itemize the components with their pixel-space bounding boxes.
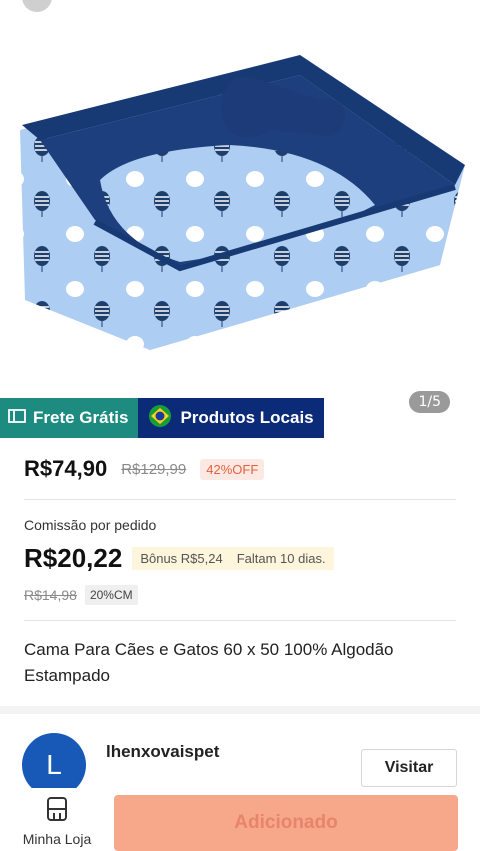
divider bbox=[24, 620, 456, 621]
original-price: R$129,99 bbox=[121, 460, 187, 478]
commission-row: R$20,22 Bônus R$5,24 Faltam 10 dias. bbox=[24, 543, 334, 574]
local-products-label: Produtos Locais bbox=[180, 408, 314, 427]
my-shop-label: Minha Loja bbox=[22, 831, 92, 847]
section-separator bbox=[0, 706, 480, 714]
commission-value: R$20,22 bbox=[24, 543, 123, 573]
store-name[interactable]: lhenxovaispet bbox=[106, 742, 219, 762]
commission-label: Comissão por pedido bbox=[24, 517, 157, 533]
commission-old-value: R$14,98 bbox=[24, 587, 77, 603]
commission-rate-badge: 20%CM bbox=[84, 585, 138, 605]
brazil-flag-icon bbox=[148, 404, 172, 433]
pet-bed-image bbox=[20, 0, 465, 350]
added-button[interactable]: Adicionado bbox=[114, 795, 458, 851]
divider bbox=[24, 499, 456, 500]
price-row: R$74,90 R$129,99 42%OFF bbox=[24, 456, 265, 482]
product-image[interactable] bbox=[0, 0, 480, 395]
local-products-badge: Produtos Locais bbox=[138, 398, 324, 438]
bonus-days-left: Faltam 10 dias. bbox=[236, 551, 326, 566]
product-title: Cama Para Cães e Gatos 60 x 50 100% Algo… bbox=[24, 640, 394, 685]
free-shipping-badge: Frete Grátis bbox=[0, 398, 139, 438]
bonus-pill: Bônus R$5,24 Faltam 10 dias. bbox=[132, 547, 334, 570]
frete-icon bbox=[8, 408, 26, 429]
current-price: R$74,90 bbox=[24, 456, 108, 481]
image-counter: 1/5 bbox=[409, 391, 450, 413]
bonus-amount: Bônus R$5,24 bbox=[140, 551, 223, 566]
visit-store-button[interactable]: Visitar bbox=[361, 749, 457, 787]
badge-row: Frete Grátis Produtos Locais bbox=[0, 398, 324, 438]
commission-old-row: R$14,98 20%CM bbox=[24, 585, 138, 605]
free-shipping-label: Frete Grátis bbox=[33, 408, 129, 427]
my-shop-button[interactable]: Minha Loja bbox=[20, 796, 94, 847]
discount-badge: 42%OFF bbox=[200, 458, 265, 480]
shop-icon bbox=[45, 796, 69, 827]
